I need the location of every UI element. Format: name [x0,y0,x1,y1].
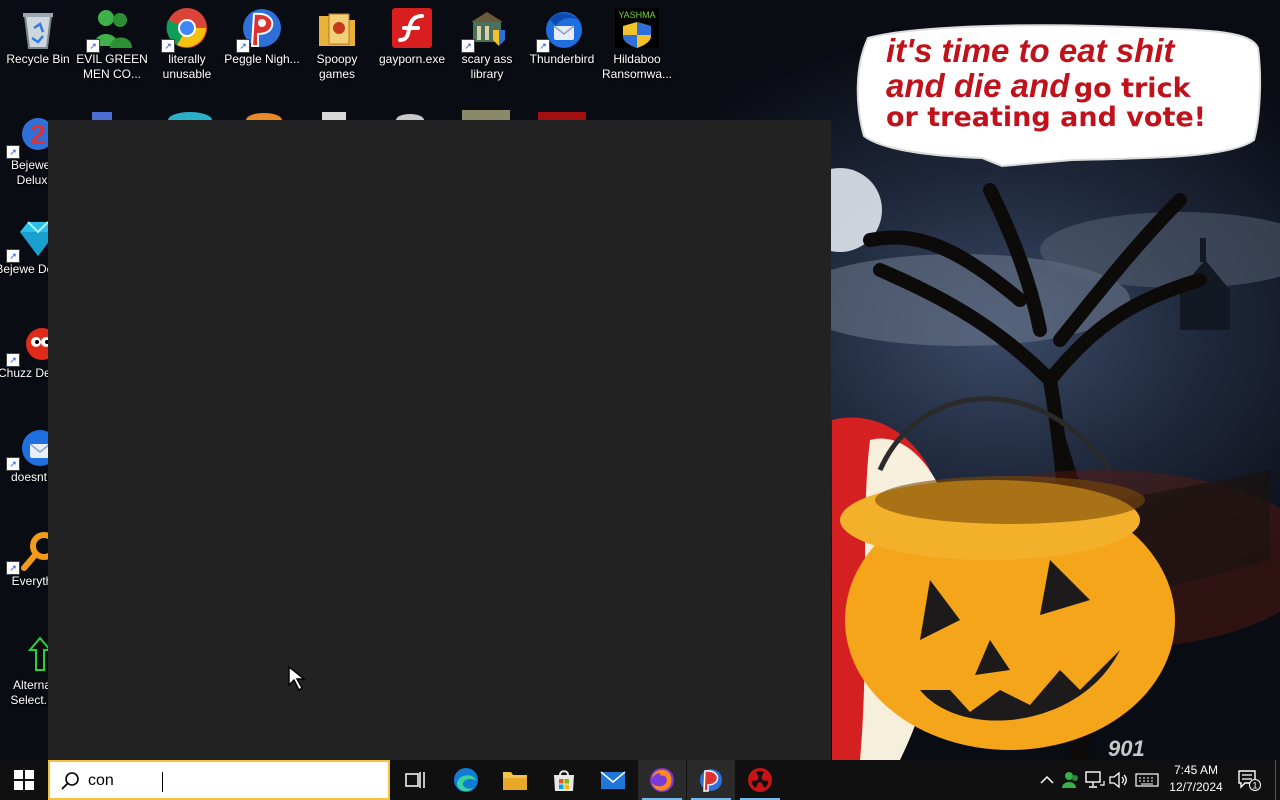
taskbar-task-view[interactable] [392,760,440,800]
peggle-icon: ↗ [236,6,284,53]
desktop-icon-peggle[interactable]: ↗ Peggle Nigh... [224,0,300,67]
network-icon [1085,771,1105,788]
flash-icon [390,6,434,50]
desktop-icon-recycle-bin[interactable]: Recycle Bin [0,0,76,67]
mouse-cursor-icon [288,665,306,692]
tray-volume[interactable] [1108,760,1130,800]
desktop-icon-chrome[interactable]: ↗ literally unusable [149,0,225,82]
taskbar-peggle[interactable] [687,760,735,800]
windows-logo-icon [14,770,34,790]
desktop-icon-label: Thunderbird [529,52,595,66]
search-results-panel[interactable] [48,120,831,760]
taskbar-radiation-app[interactable] [736,760,784,800]
yashma-icon: YASHMA [615,6,659,50]
desktop-icon-spoopy-games[interactable]: Spoopy games [299,0,375,82]
shortcut-arrow-icon: ↗ [536,39,550,53]
folder-icon [503,772,527,790]
bubble-line-2-small: go trick [1073,72,1191,104]
shortcut-arrow-icon: ↗ [6,561,20,575]
tray-keyboard[interactable] [1134,760,1160,800]
start-button[interactable] [0,760,48,800]
chevron-up-icon [1040,775,1054,784]
clock-date: 12/7/2024 [1169,780,1223,794]
desktop-icon-label: gayporn.exe [378,52,446,66]
shortcut-arrow-icon: ↗ [236,39,250,53]
action-center-button[interactable]: 1 [1234,760,1264,800]
keyboard-icon [1135,773,1159,787]
shortcut-arrow-icon: ↗ [6,457,20,471]
task-view-icon [405,772,425,788]
bubble-line-1: it's time to eat shit [886,32,1175,69]
bubble-line-2-big: and die and [886,66,1070,104]
tray-people-app[interactable] [1060,760,1082,800]
search-input[interactable] [88,770,378,792]
bubble-text: it's time to eat shit and die and go tri… [886,32,1246,133]
desktop-icon-label: Peggle Nigh... [224,52,300,66]
notification-count: 1 [1252,781,1257,791]
mail-icon [600,771,626,789]
shortcut-arrow-icon: ↗ [6,145,20,159]
desktop-icon-scary-ass-library[interactable]: ↗ scary ass library [449,0,525,82]
shortcut-arrow-icon: ↗ [461,39,475,53]
firefox-icon [650,768,674,792]
tray-network[interactable] [1084,760,1106,800]
bubble-line-3: or treating and vote! [886,101,1206,133]
people-icon [1062,772,1078,788]
shortcut-arrow-icon: ↗ [161,39,175,53]
library-icon: ↗ [461,6,509,53]
taskbar-mail[interactable] [589,760,637,800]
search-icon [61,772,79,790]
folder-icon [315,6,359,50]
volume-icon [1109,771,1127,789]
taskbar-clock[interactable]: 7:45 AM 12/7/2024 [1162,762,1230,796]
chrome-icon: ↗ [161,6,209,53]
desktop-icon-evil-green-men[interactable]: ↗ EVIL GREEN MEN CO... [74,0,150,82]
recycle-bin-icon [16,6,60,50]
desktop-icon-label: literally unusable [162,52,212,81]
desktop-icon-label: EVIL GREEN MEN CO... [76,52,148,81]
taskbar-store[interactable] [540,760,588,800]
taskbar-search-box[interactable] [48,760,390,800]
tray-overflow-button[interactable] [1036,760,1058,800]
shortcut-arrow-icon: ↗ [6,249,20,263]
desktop-icon-label: Recycle Bin [6,52,70,66]
desktop-icon-thunderbird[interactable]: ↗ Thunderbird [524,0,600,67]
show-desktop-button[interactable] [1275,760,1280,800]
edge-icon [454,768,478,792]
svg-text:2: 2 [30,119,46,150]
desktop-icon-label: scary ass library [461,52,513,81]
text-caret [162,772,163,792]
thunderbird-icon: ↗ [536,6,584,53]
wallpaper-number: 901 [1108,736,1145,760]
shortcut-arrow-icon: ↗ [86,39,100,53]
taskbar-firefox[interactable] [638,760,686,800]
radiation-icon [748,768,772,792]
desktop-icon-label: Hildaboo Ransomwa... [601,52,673,81]
desktop-icon-gayporn-exe[interactable]: gayporn.exe [374,0,450,67]
notification-icon: 1 [1238,770,1261,791]
taskbar-file-explorer[interactable] [491,760,539,800]
taskbar-edge[interactable] [442,760,490,800]
green-men-icon: ↗ [86,6,134,53]
desktop-icon-hildaboo-ransomware[interactable]: YASHMA Hildaboo Ransomwa... [599,0,675,82]
clock-time: 7:45 AM [1173,763,1219,777]
desktop-icon-label: Spoopy games [316,52,358,81]
yashma-badge-text: YASHMA [618,10,655,20]
store-icon [554,770,574,791]
shortcut-arrow-icon: ↗ [6,353,20,367]
peggle-icon [700,769,722,792]
